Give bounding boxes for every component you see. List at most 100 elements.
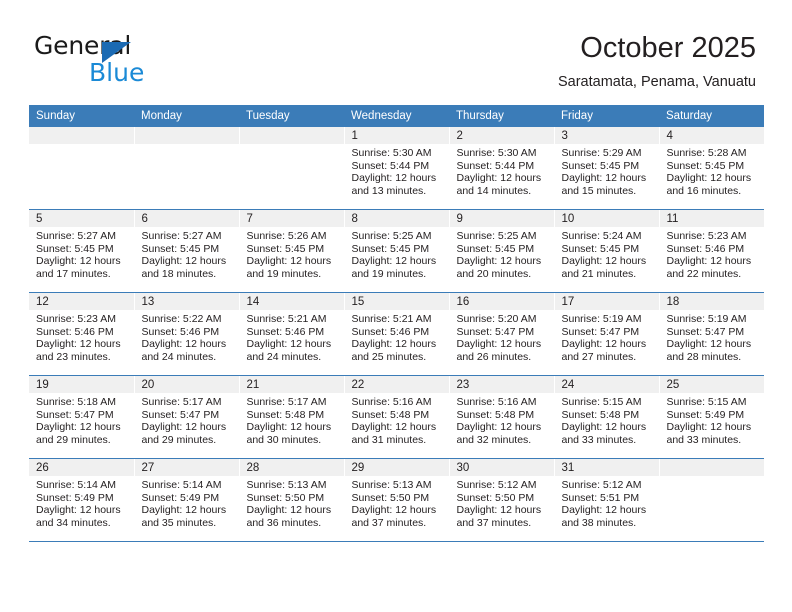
calendar-day-cell[interactable]: 3 Sunrise: 5:29 AM Sunset: 5:45 PM Daylight… [554, 127, 660, 210]
calendar-day-cell[interactable]: 6 Sunrise: 5:27 AM Sunset: 5:45 PM Daylight… [134, 209, 240, 293]
sunset-text: Sunset: 5:45 PM [351, 242, 430, 255]
day-cell-details: Sunrise: 5:12 AM Sunset: 5:50 PM Daylight:… [450, 476, 554, 529]
day-cell-details: Sunrise: 5:15 AM Sunset: 5:49 PM Daylight:… [660, 393, 765, 446]
day-cell-inner: 18 Sunrise: 5:19 AM Sunset: 5:47 PM Dayligh… [659, 293, 765, 375]
day-cell-inner: 23 Sunrise: 5:16 AM Sunset: 5:48 PM Dayligh… [449, 376, 554, 458]
sunrise-text: Sunrise: 5:16 AM [456, 396, 537, 408]
calendar-day-cell[interactable]: 18 Sunrise: 5:19 AM Sunset: 5:47 PM Dayligh… [659, 292, 765, 376]
calendar-day-cell[interactable]: 15 Sunrise: 5:21 AM Sunset: 5:46 PM Dayligh… [344, 292, 450, 376]
calendar-day-cell[interactable]: 30 Sunrise: 5:12 AM Sunset: 5:50 PM Dayligh… [449, 458, 555, 542]
sunrise-text: Sunrise: 5:19 AM [666, 313, 747, 325]
calendar-day-cell[interactable]: 2 Sunrise: 5:30 AM Sunset: 5:44 PM Daylight… [449, 127, 555, 210]
sunrise-text: Sunrise: 5:27 AM [36, 230, 116, 242]
day-number: 10 [554, 210, 659, 227]
calendar-day-cell[interactable]: 27 Sunrise: 5:14 AM Sunset: 5:49 PM Dayligh… [134, 458, 240, 542]
calendar-cell-empty [29, 127, 135, 210]
calendar-day-cell[interactable]: 16 Sunrise: 5:20 AM Sunset: 5:47 PM Dayligh… [449, 292, 555, 376]
day-cell-inner: 31 Sunrise: 5:12 AM Sunset: 5:51 PM Dayligh… [554, 459, 659, 541]
day-number: 14 [239, 293, 344, 310]
daylight-text-line2: and 24 minutes. [141, 350, 217, 363]
sunset-text: Sunset: 5:44 PM [456, 159, 535, 172]
calendar-day-cell[interactable]: 28 Sunrise: 5:13 AM Sunset: 5:50 PM Dayligh… [239, 458, 345, 542]
sunset-text: Sunset: 5:50 PM [351, 491, 430, 504]
calendar-day-cell[interactable]: 24 Sunrise: 5:15 AM Sunset: 5:48 PM Dayligh… [554, 375, 660, 459]
daylight-text-line1: Daylight: 12 hours [666, 421, 752, 434]
calendar-day-cell[interactable]: 25 Sunrise: 5:15 AM Sunset: 5:49 PM Dayligh… [659, 375, 765, 459]
calendar-day-cell[interactable]: 22 Sunrise: 5:16 AM Sunset: 5:48 PM Dayligh… [344, 375, 450, 459]
weekday-header-monday: Monday [134, 105, 239, 127]
calendar-day-cell[interactable]: 14 Sunrise: 5:21 AM Sunset: 5:46 PM Dayligh… [239, 292, 345, 376]
sunset-text: Sunset: 5:48 PM [561, 408, 640, 421]
daylight-text-line1: Daylight: 12 hours [456, 504, 542, 517]
calendar-day-cell[interactable]: 9 Sunrise: 5:25 AM Sunset: 5:45 PM Daylight… [449, 209, 555, 293]
day-cell-details: Sunrise: 5:23 AM Sunset: 5:46 PM Daylight:… [29, 310, 134, 363]
daylight-text-line1: Daylight: 12 hours [561, 255, 647, 268]
day-number: 7 [239, 210, 344, 227]
calendar-week-row: 19 Sunrise: 5:18 AM Sunset: 5:47 PM Dayligh… [29, 375, 765, 459]
sunrise-text: Sunrise: 5:26 AM [246, 230, 327, 242]
day-number: 31 [554, 459, 659, 476]
day-cell-inner: 20 Sunrise: 5:17 AM Sunset: 5:47 PM Dayligh… [134, 376, 239, 458]
day-cell-inner: 16 Sunrise: 5:20 AM Sunset: 5:47 PM Dayligh… [449, 293, 554, 375]
daylight-text-line2: and 15 minutes. [561, 184, 637, 197]
day-cell-details: Sunrise: 5:29 AM Sunset: 5:45 PM Daylight:… [555, 144, 659, 197]
daylight-text-line2: and 19 minutes. [246, 267, 322, 280]
sunset-text: Sunset: 5:47 PM [666, 325, 745, 338]
sunrise-text: Sunrise: 5:21 AM [246, 313, 327, 325]
daylight-text-line1: Daylight: 12 hours [246, 504, 332, 517]
day-cell-inner: 4 Sunrise: 5:28 AM Sunset: 5:45 PM Daylight… [659, 127, 764, 209]
sunrise-text: Sunrise: 5:20 AM [456, 313, 537, 325]
day-cell-details: Sunrise: 5:19 AM Sunset: 5:47 PM Daylight:… [660, 310, 765, 363]
day-cell-inner: 25 Sunrise: 5:15 AM Sunset: 5:49 PM Dayligh… [659, 376, 765, 458]
day-cell-inner [134, 127, 239, 209]
day-cell-inner: 14 Sunrise: 5:21 AM Sunset: 5:46 PM Dayligh… [239, 293, 344, 375]
generalblue-logo[interactable]: General Blue [34, 32, 214, 92]
calendar-day-cell[interactable]: 20 Sunrise: 5:17 AM Sunset: 5:47 PM Dayligh… [134, 375, 240, 459]
sunset-text: Sunset: 5:46 PM [666, 242, 745, 255]
calendar-day-cell[interactable]: 12 Sunrise: 5:23 AM Sunset: 5:46 PM Dayligh… [29, 292, 135, 376]
sunrise-text: Sunrise: 5:24 AM [561, 230, 642, 242]
weekday-header-wednesday: Wednesday [344, 105, 449, 127]
calendar-day-cell[interactable]: 7 Sunrise: 5:26 AM Sunset: 5:45 PM Daylight… [239, 209, 345, 293]
calendar-day-cell[interactable]: 11 Sunrise: 5:23 AM Sunset: 5:46 PM Dayligh… [659, 209, 764, 293]
day-cell-details: Sunrise: 5:21 AM Sunset: 5:46 PM Daylight:… [345, 310, 449, 363]
calendar-day-cell[interactable]: 8 Sunrise: 5:25 AM Sunset: 5:45 PM Daylight… [344, 209, 450, 293]
daylight-text-line2: and 36 minutes. [246, 516, 322, 529]
daylight-text-line1: Daylight: 12 hours [561, 504, 647, 517]
day-cell-details: Sunrise: 5:30 AM Sunset: 5:44 PM Daylight:… [345, 144, 449, 197]
day-number [239, 127, 344, 144]
calendar-day-cell[interactable]: 21 Sunrise: 5:17 AM Sunset: 5:48 PM Dayligh… [239, 375, 345, 459]
daylight-text-line2: and 35 minutes. [141, 516, 217, 529]
calendar-day-cell[interactable]: 17 Sunrise: 5:19 AM Sunset: 5:47 PM Dayligh… [554, 292, 660, 376]
sunset-text: Sunset: 5:47 PM [36, 408, 114, 421]
calendar-day-cell[interactable]: 1 Sunrise: 5:30 AM Sunset: 5:44 PM Daylight… [344, 127, 450, 210]
sunset-text: Sunset: 5:51 PM [561, 491, 640, 504]
calendar-day-cell[interactable]: 31 Sunrise: 5:12 AM Sunset: 5:51 PM Dayligh… [554, 458, 660, 542]
day-cell-inner: 7 Sunrise: 5:26 AM Sunset: 5:45 PM Daylight… [239, 210, 344, 292]
sunset-text: Sunset: 5:48 PM [246, 408, 325, 421]
daylight-text-line2: and 17 minutes. [36, 267, 111, 280]
day-cell-inner: 19 Sunrise: 5:18 AM Sunset: 5:47 PM Dayligh… [29, 376, 134, 458]
day-number: 9 [449, 210, 554, 227]
sunrise-text: Sunrise: 5:17 AM [141, 396, 222, 408]
calendar-day-cell[interactable]: 13 Sunrise: 5:22 AM Sunset: 5:46 PM Dayligh… [134, 292, 240, 376]
sunrise-text: Sunrise: 5:27 AM [141, 230, 222, 242]
daylight-text-line1: Daylight: 12 hours [141, 504, 227, 517]
day-cell-inner: 21 Sunrise: 5:17 AM Sunset: 5:48 PM Dayligh… [239, 376, 344, 458]
daylight-text-line2: and 23 minutes. [36, 350, 111, 363]
calendar-day-cell[interactable]: 4 Sunrise: 5:28 AM Sunset: 5:45 PM Daylight… [659, 127, 764, 210]
calendar-day-cell[interactable]: 23 Sunrise: 5:16 AM Sunset: 5:48 PM Dayligh… [449, 375, 555, 459]
day-cell-inner: 10 Sunrise: 5:24 AM Sunset: 5:45 PM Dayligh… [554, 210, 659, 292]
calendar-day-cell[interactable]: 10 Sunrise: 5:24 AM Sunset: 5:45 PM Dayligh… [554, 209, 660, 293]
daylight-text-line2: and 31 minutes. [351, 433, 427, 446]
daylight-text-line2: and 33 minutes. [666, 433, 742, 446]
day-cell-inner [659, 459, 764, 541]
day-number: 4 [659, 127, 764, 144]
day-number: 26 [29, 459, 134, 476]
calendar-day-cell[interactable]: 29 Sunrise: 5:13 AM Sunset: 5:50 PM Dayligh… [344, 458, 450, 542]
calendar-day-cell[interactable]: 19 Sunrise: 5:18 AM Sunset: 5:47 PM Dayligh… [29, 375, 135, 459]
calendar-day-cell[interactable]: 26 Sunrise: 5:14 AM Sunset: 5:49 PM Dayligh… [29, 458, 135, 542]
calendar-day-cell[interactable]: 5 Sunrise: 5:27 AM Sunset: 5:45 PM Daylight… [29, 209, 135, 293]
daylight-text-line1: Daylight: 12 hours [141, 421, 227, 434]
day-cell-inner: 22 Sunrise: 5:16 AM Sunset: 5:48 PM Dayligh… [344, 376, 449, 458]
